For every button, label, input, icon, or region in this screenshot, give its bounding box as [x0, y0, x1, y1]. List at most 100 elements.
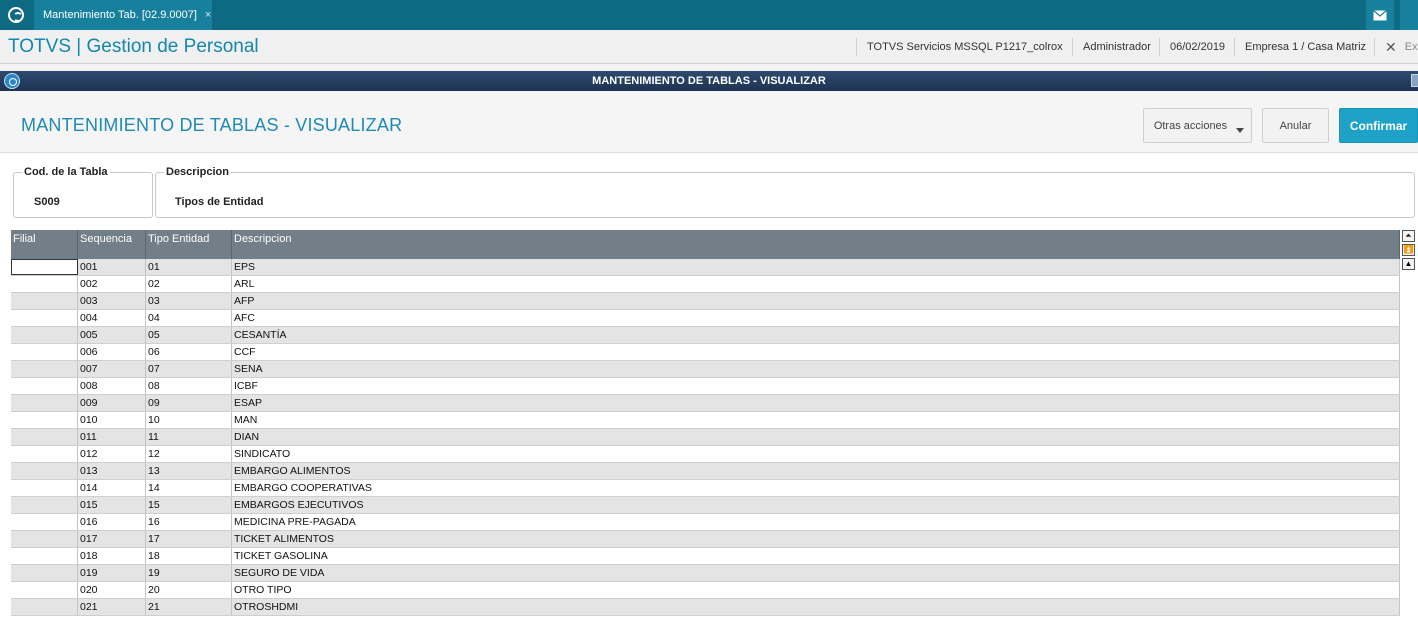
table-row[interactable]: 019 19 SEGURO DE VIDA	[11, 565, 1400, 582]
cell-descripcion[interactable]: EMBARGOS EJECUTIVOS	[232, 497, 1400, 513]
cell-sequencia[interactable]: 004	[78, 310, 146, 326]
cell-descripcion[interactable]: CESANTÍA	[232, 327, 1400, 343]
cell-sequencia[interactable]: 012	[78, 446, 146, 462]
cell-tipo-entidad[interactable]: 08	[146, 378, 232, 394]
cell-sequencia[interactable]: 011	[78, 429, 146, 445]
cell-tipo-entidad[interactable]: 10	[146, 412, 232, 428]
cell-sequencia[interactable]: 016	[78, 514, 146, 530]
table-row[interactable]: 013 13 EMBARGO ALIMENTOS	[11, 463, 1400, 480]
column-header-filial[interactable]: Filial	[11, 230, 78, 259]
table-row[interactable]: 012 12 SINDICATO	[11, 446, 1400, 463]
grid-scrollbar[interactable]: ⏶ ⏫ ▲	[1402, 230, 1416, 272]
cell-tipo-entidad[interactable]: 04	[146, 310, 232, 326]
cell-descripcion[interactable]: ARL	[232, 276, 1400, 292]
cell-descripcion[interactable]: ESAP	[232, 395, 1400, 411]
cell-tipo-entidad[interactable]: 19	[146, 565, 232, 581]
cell-descripcion[interactable]: SINDICATO	[232, 446, 1400, 462]
cell-filial[interactable]	[11, 378, 78, 394]
table-row[interactable]: 015 15 EMBARGOS EJECUTIVOS	[11, 497, 1400, 514]
cell-sequencia[interactable]: 010	[78, 412, 146, 428]
cell-tipo-entidad[interactable]: 16	[146, 514, 232, 530]
cell-descripcion[interactable]: DIAN	[232, 429, 1400, 445]
cell-sequencia[interactable]: 008	[78, 378, 146, 394]
cell-tipo-entidad[interactable]: 12	[146, 446, 232, 462]
column-header-tipo-entidad[interactable]: Tipo Entidad	[146, 230, 232, 259]
cell-filial[interactable]	[11, 514, 78, 530]
mail-icon[interactable]	[1366, 0, 1394, 30]
table-row[interactable]: 009 09 ESAP	[11, 395, 1400, 412]
table-row[interactable]: 017 17 TICKET ALIMENTOS	[11, 531, 1400, 548]
cell-filial[interactable]	[11, 531, 78, 547]
cell-tipo-entidad[interactable]: 06	[146, 344, 232, 360]
cell-filial[interactable]	[11, 310, 78, 326]
cell-descripcion[interactable]: EMBARGO COOPERATIVAS	[232, 480, 1400, 496]
column-header-sequencia[interactable]: Sequencia	[78, 230, 146, 259]
cell-descripcion[interactable]: OTROSHDMI	[232, 599, 1400, 615]
cell-sequencia[interactable]: 005	[78, 327, 146, 343]
cell-descripcion[interactable]: OTRO TIPO	[232, 582, 1400, 598]
cell-sequencia[interactable]: 015	[78, 497, 146, 513]
cell-sequencia[interactable]: 002	[78, 276, 146, 292]
cell-sequencia[interactable]: 019	[78, 565, 146, 581]
cell-descripcion[interactable]: EMBARGO ALIMENTOS	[232, 463, 1400, 479]
cell-filial[interactable]	[11, 293, 78, 309]
table-row[interactable]: 001 01 EPS	[11, 259, 1400, 276]
cell-filial[interactable]	[11, 327, 78, 343]
scroll-top-icon[interactable]: ⏶	[1402, 230, 1415, 242]
table-row[interactable]: 010 10 MAN	[11, 412, 1400, 429]
cell-filial[interactable]	[11, 565, 78, 581]
cell-descripcion[interactable]: AFC	[232, 310, 1400, 326]
tab-close-icon[interactable]: ×	[205, 9, 211, 21]
window-icon[interactable]	[4, 73, 20, 89]
table-row[interactable]: 011 11 DIAN	[11, 429, 1400, 446]
cell-sequencia[interactable]: 003	[78, 293, 146, 309]
cell-sequencia[interactable]: 014	[78, 480, 146, 496]
cell-filial[interactable]	[11, 361, 78, 377]
cell-descripcion[interactable]: AFP	[232, 293, 1400, 309]
cell-filial[interactable]	[11, 344, 78, 360]
table-row[interactable]: 002 02 ARL	[11, 276, 1400, 293]
table-row[interactable]: 018 18 TICKET GASOLINA	[11, 548, 1400, 565]
table-row[interactable]: 004 04 AFC	[11, 310, 1400, 327]
cell-tipo-entidad[interactable]: 03	[146, 293, 232, 309]
cell-sequencia[interactable]: 007	[78, 361, 146, 377]
cell-descripcion[interactable]: SEGURO DE VIDA	[232, 565, 1400, 581]
cell-filial[interactable]	[11, 446, 78, 462]
cell-filial[interactable]	[11, 276, 78, 292]
cell-descripcion[interactable]: SENA	[232, 361, 1400, 377]
table-row[interactable]: 020 20 OTRO TIPO	[11, 582, 1400, 599]
cell-tipo-entidad[interactable]: 07	[146, 361, 232, 377]
cell-filial[interactable]	[11, 412, 78, 428]
cell-descripcion[interactable]: TICKET GASOLINA	[232, 548, 1400, 564]
table-row[interactable]: 003 03 AFP	[11, 293, 1400, 310]
scroll-up-icon[interactable]: ▲	[1402, 258, 1415, 270]
cell-tipo-entidad[interactable]: 18	[146, 548, 232, 564]
cell-tipo-entidad[interactable]: 02	[146, 276, 232, 292]
scroll-page-up-icon[interactable]: ⏫	[1402, 244, 1415, 256]
cell-tipo-entidad[interactable]: 14	[146, 480, 232, 496]
table-row[interactable]: 006 06 CCF	[11, 344, 1400, 361]
cell-filial[interactable]	[11, 480, 78, 496]
cell-sequencia[interactable]: 006	[78, 344, 146, 360]
table-row[interactable]: 016 16 MEDICINA PRE-PAGADA	[11, 514, 1400, 531]
table-row[interactable]: 014 14 EMBARGO COOPERATIVAS	[11, 480, 1400, 497]
cell-tipo-entidad[interactable]: 13	[146, 463, 232, 479]
cell-descripcion[interactable]: EPS	[232, 259, 1400, 275]
cell-descripcion[interactable]: MEDICINA PRE-PAGADA	[232, 514, 1400, 530]
tab-mantenimiento[interactable]: Mantenimiento Tab. [02.9.0007] ×	[34, 0, 212, 30]
cell-tipo-entidad[interactable]: 09	[146, 395, 232, 411]
cell-sequencia[interactable]: 017	[78, 531, 146, 547]
column-header-descripcion[interactable]: Descripcion	[232, 230, 1400, 259]
cell-tipo-entidad[interactable]: 17	[146, 531, 232, 547]
cell-descripcion[interactable]: CCF	[232, 344, 1400, 360]
cell-sequencia[interactable]: 021	[78, 599, 146, 615]
cell-filial[interactable]	[11, 582, 78, 598]
cell-filial[interactable]	[11, 599, 78, 615]
cell-tipo-entidad[interactable]: 05	[146, 327, 232, 343]
cell-filial[interactable]	[11, 463, 78, 479]
cancel-button[interactable]: Anular	[1262, 108, 1329, 143]
cell-tipo-entidad[interactable]: 21	[146, 599, 232, 615]
cell-descripcion[interactable]: MAN	[232, 412, 1400, 428]
cell-tipo-entidad[interactable]: 11	[146, 429, 232, 445]
confirm-button[interactable]: Confirmar	[1339, 108, 1418, 143]
